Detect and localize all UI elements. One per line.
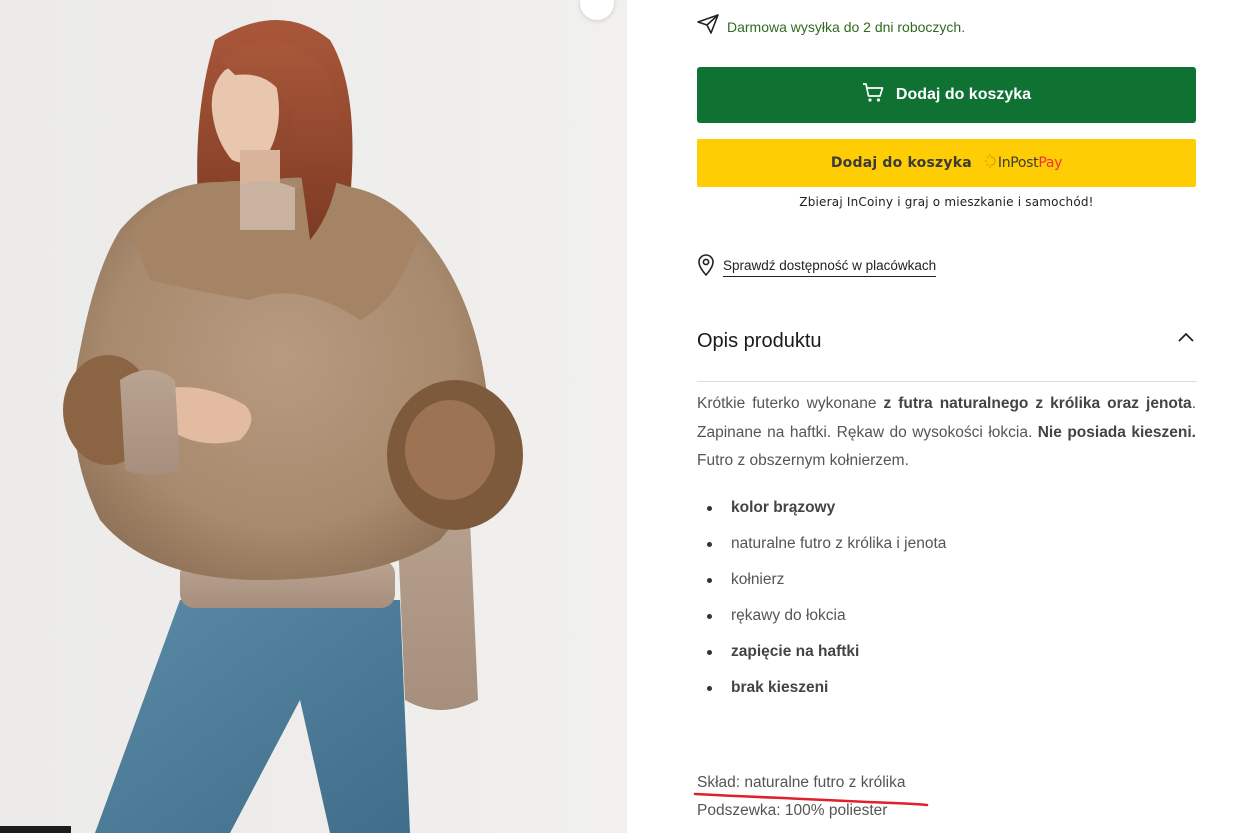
inpost-logo-text: InPost (997, 155, 1039, 171)
bullet-icon (707, 505, 712, 511)
description-accordion-header[interactable]: Opis produktu (697, 326, 1197, 382)
list-item: kołnierz (697, 562, 946, 598)
cart-icon (862, 82, 884, 108)
product-photo[interactable] (0, 0, 627, 833)
feature-label: brak kieszeni (731, 679, 829, 696)
description-text-1: Krótkie futerko wykonane (697, 395, 884, 412)
red-underline-annotation (693, 792, 929, 807)
inpost-button-label: Dodaj do koszyka (830, 155, 972, 171)
feature-label: naturalne futro z królika i jenota (731, 535, 947, 552)
paper-plane-icon (697, 14, 719, 39)
add-to-cart-label: Dodaj do koszyka (895, 86, 1032, 103)
shipping-info: Darmowa wysyłka do 2 dni roboczych. (697, 14, 965, 39)
description-text-3: Futro z obszernym kołnierzem. (697, 452, 909, 469)
feature-label: zapięcie na haftki (731, 643, 860, 660)
list-item: rękawy do łokcia (697, 598, 946, 634)
gallery-tab[interactable] (0, 826, 71, 833)
add-to-cart-button[interactable]: Dodaj do koszyka (697, 67, 1196, 123)
inpost-sun-icon (984, 153, 996, 174)
inpost-pay-button[interactable]: Dodaj do koszyka InPost Pay (697, 139, 1196, 187)
description-text-bold-2: Nie posiada kieszeni. (1037, 423, 1196, 441)
check-availability-link[interactable]: Sprawdź dostępność w placówkach (697, 254, 937, 281)
list-item: brak kieszeni (697, 670, 946, 706)
pay-logo-text: Pay (1038, 155, 1063, 171)
bullet-icon (707, 577, 712, 583)
list-item: zapięcie na haftki (697, 634, 946, 670)
incoins-promo: Zbieraj InCoiny i graj o mieszkanie i sa… (799, 195, 1094, 209)
bullet-icon (707, 685, 712, 691)
chevron-up-icon[interactable] (1177, 330, 1195, 348)
product-photo-illustration (63, 20, 523, 833)
description-title: Opis produktu (697, 330, 822, 352)
inpost-pay-logo: InPost Pay (984, 153, 1062, 174)
list-item: naturalne futro z królika i jenota (697, 526, 946, 562)
map-pin-icon (697, 254, 715, 281)
feature-label: kolor brązowy (731, 499, 836, 516)
bullet-icon (707, 613, 712, 619)
feature-label: kołnierz (731, 571, 785, 588)
bullet-icon (707, 541, 712, 547)
shipping-text: Darmowa wysyłka do 2 dni roboczych. (727, 18, 966, 35)
availability-label[interactable]: Sprawdź dostępność w placówkach (723, 258, 937, 277)
description-text: Krótkie futerko wykonane z futra natural… (697, 390, 1196, 476)
feature-list: kolor brązowy naturalne futro z królika … (697, 490, 946, 706)
description-text-bold-1: z futra naturalnego z królika oraz jenot… (883, 395, 1192, 412)
feature-label: rękawy do łokcia (731, 607, 846, 624)
list-item: kolor brązowy (697, 490, 946, 526)
bullet-icon (707, 649, 712, 655)
